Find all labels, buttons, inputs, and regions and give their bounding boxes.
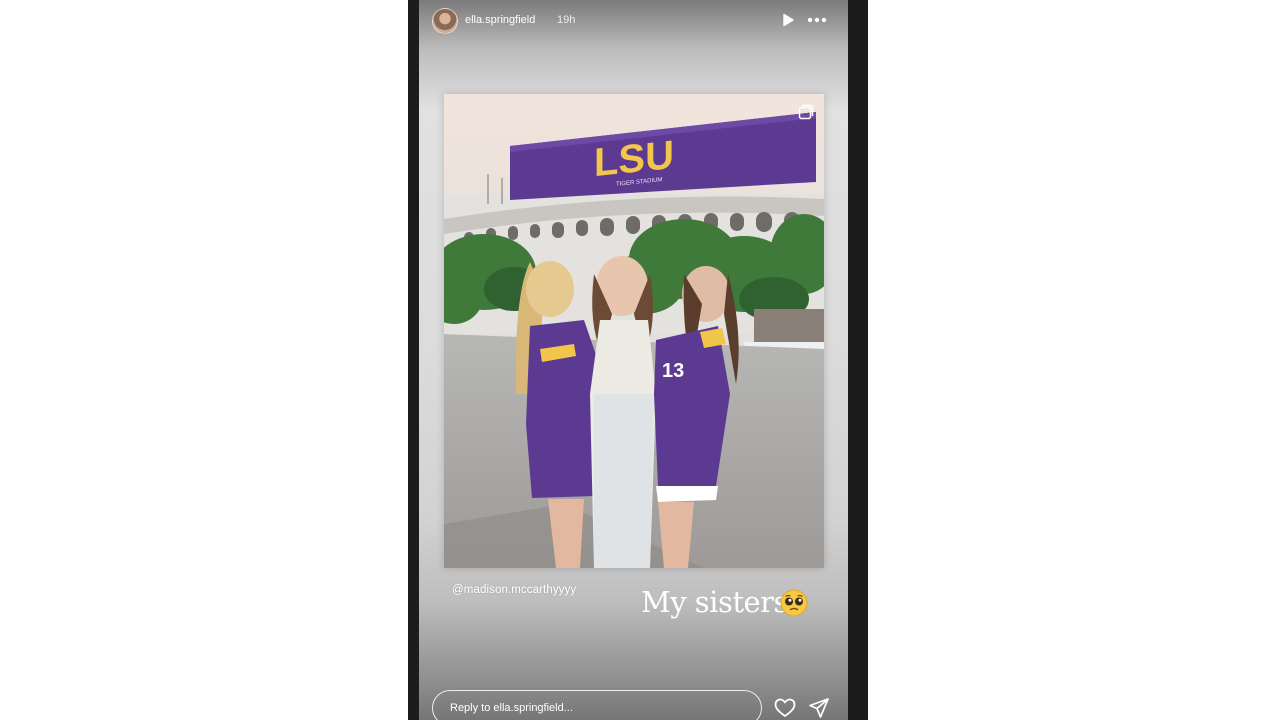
story-username[interactable]: ella.springfield [465,14,535,26]
story-photo: LSU TIGER STADIUM 13 [444,94,824,568]
play-icon[interactable] [781,13,795,27]
heart-icon[interactable] [774,698,796,718]
more-horizontal-icon[interactable] [806,11,828,29]
jersey-number: 13 [662,360,684,382]
reply-input[interactable]: Reply to ella.springfield... [432,690,762,720]
reply-placeholder: Reply to ella.springfield... [450,702,573,714]
carousel-icon [798,104,814,120]
paper-plane-icon[interactable] [808,697,830,719]
story-card[interactable]: ella.springfield 19h LSU TIGER STADIUM 1… [419,0,848,720]
profile-avatar[interactable] [432,8,458,34]
pleading-face-emoji [780,589,808,617]
story-timestamp: 19h [557,14,576,26]
story-header: ella.springfield 19h [431,6,836,34]
story-caption: My sisters [641,585,788,619]
mention-tag[interactable]: @madison.mccarthyyyy [452,584,576,596]
